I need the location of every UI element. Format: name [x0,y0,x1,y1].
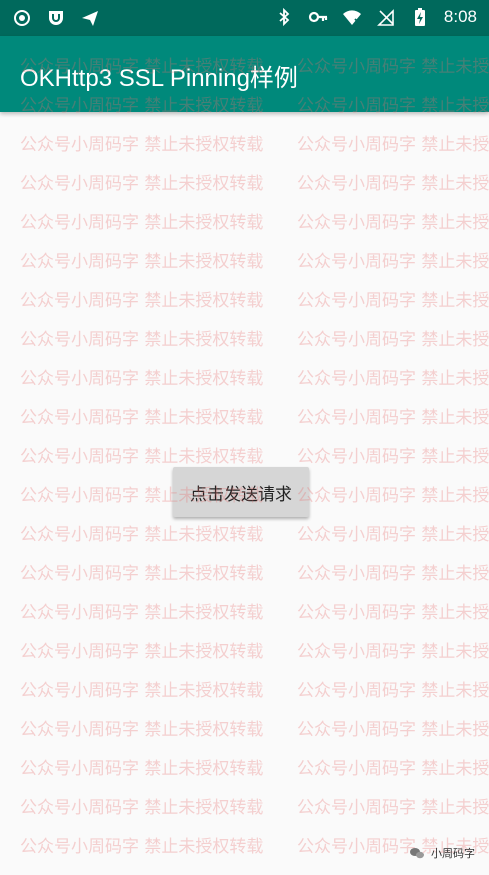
send-request-button[interactable]: 点击发送请求 [173,467,309,517]
watermark-text: 公众号小周码字 禁止未授权转载 [20,681,264,701]
watermark-row: 公众号小周码字 禁止未授权转载 公众号小周码字 禁止未授权转载 [0,559,489,584]
send-icon [80,8,100,28]
app-title: OKHttp3 SSL Pinning样例 [20,65,298,92]
watermark-row: 公众号小周码字 禁止未授权转载 公众号小周码字 禁止未授权转载 [0,754,489,779]
watermark-text: 公众号小周码字 禁止未授权转载 [20,408,264,428]
watermark-text: 公众号小周码字 禁止未授权转载 [297,369,489,389]
watermark-text: 公众号小周码字 禁止未授权转载 [297,135,489,155]
watermark-text: 公众号小周码字 禁止未授权转载 [20,564,264,584]
watermark-text: 公众号小周码字 禁止未授权转载 [297,759,489,779]
watermark-row: 公众号小周码字 禁止未授权转载 公众号小周码字 禁止未授权转载 [0,676,489,701]
watermark-text: 公众号小周码字 禁止未授权转载 [297,330,489,350]
watermark-text: 公众号小周码字 禁止未授权转载 [20,525,264,545]
brand-badge: 小周码字 [409,845,475,861]
status-right-icons: 8:08 [274,7,477,27]
watermark-row: 公众号小周码字 禁止未授权转载 公众号小周码字 禁止未授权转载 [0,286,489,311]
watermark-text: 公众号小周码字 禁止未授权转载 [20,759,264,779]
app-bar: OKHttp3 SSL Pinning样例 [0,36,489,112]
watermark-text: 公众号小周码字 禁止未授权转载 [297,486,489,506]
record-icon [12,8,32,28]
watermark-text: 公众号小周码字 禁止未授权转载 [20,447,264,467]
watermark-row: 公众号小周码字 禁止未授权转载 公众号小周码字 禁止未授权转载 [0,715,489,740]
watermark-text: 公众号小周码字 禁止未授权转载 [297,642,489,662]
watermark-row: 公众号小周码字 禁止未授权转载 公众号小周码字 禁止未授权转载 [0,169,489,194]
watermark-text: 公众号小周码字 禁止未授权转载 [20,174,264,194]
watermark-layer: 公众号小周码字 禁止未授权转载公众号小周码字 禁止未授权转载公众号小周码字 禁止… [0,0,489,875]
status-time: 8:08 [443,7,477,26]
brand-logo-icon [409,845,425,861]
watermark-text: 公众号小周码字 禁止未授权转载 [297,213,489,233]
watermark-row: 公众号小周码字 禁止未授权转载 公众号小周码字 禁止未授权转载 [0,637,489,662]
battery-charging-icon [410,7,430,27]
watermark-text: 公众号小周码字 禁止未授权转载 [297,564,489,584]
watermark-row: 公众号小周码字 禁止未授权转载 公众号小周码字 禁止未授权转载 [0,208,489,233]
watermark-row: 公众号小周码字 禁止未授权转载 公众号小周码字 禁止未授权转载 [0,403,489,428]
watermark-text: 公众号小周码字 禁止未授权转载 [20,252,264,272]
watermark-row: 公众号小周码字 禁止未授权转载 公众号小周码字 禁止未授权转载 [0,364,489,389]
watermark-text: 公众号小周码字 禁止未授权转载 [297,525,489,545]
watermark-text: 公众号小周码字 禁止未授权转载 [20,291,264,311]
watermark-text: 公众号小周码字 禁止未授权转载 [20,720,264,740]
status-bar: 8:08 [0,0,489,36]
wifi-icon [342,7,362,27]
watermark-row: 公众号小周码字 禁止未授权转载 公众号小周码字 禁止未授权转载 [0,325,489,350]
watermark-text: 公众号小周码字 禁止未授权转载 [20,603,264,623]
watermark-text: 公众号小周码字 禁止未授权转载 [297,720,489,740]
watermark-text: 公众号小周码字 禁止未授权转载 [20,837,264,857]
watermark-row: 公众号小周码字 禁止未授权转载 公众号小周码字 禁止未授权转载 [0,247,489,272]
watermark-row: 公众号小周码字 禁止未授权转载 公众号小周码字 禁止未授权转载 [0,442,489,467]
watermark-text: 公众号小周码字 禁止未授权转载 [297,603,489,623]
brand-name: 小周码字 [431,847,475,860]
watermark-text: 公众号小周码字 禁止未授权转载 [297,447,489,467]
watermark-text: 公众号小周码字 禁止未授权转载 [20,330,264,350]
watermark-text: 公众号小周码字 禁止未授权转载 [297,798,489,818]
watermark-text: 公众号小周码字 禁止未授权转载 [20,798,264,818]
watermark-text: 公众号小周码字 禁止未授权转载 [20,642,264,662]
watermark-row: 公众号小周码字 禁止未授权转载 公众号小周码字 禁止未授权转载 [0,793,489,818]
key-icon [308,7,328,27]
shield-icon [46,8,66,28]
signal-icon [376,7,396,27]
watermark-text: 公众号小周码字 禁止未授权转载 [297,174,489,194]
watermark-text: 公众号小周码字 禁止未授权转载 [297,408,489,428]
watermark-text: 公众号小周码字 禁止未授权转载 [297,252,489,272]
watermark-text: 公众号小周码字 禁止未授权转载 [297,681,489,701]
watermark-row: 公众号小周码字 禁止未授权转载 公众号小周码字 禁止未授权转载 [0,520,489,545]
bluetooth-icon [274,7,294,27]
watermark-text: 公众号小周码字 禁止未授权转载 [20,369,264,389]
watermark-row: 公众号小周码字 禁止未授权转载 公众号小周码字 禁止未授权转载 [0,130,489,155]
watermark-text: 公众号小周码字 禁止未授权转载 [20,213,264,233]
watermark-text: 公众号小周码字 禁止未授权转载 [297,291,489,311]
status-left-icons [12,8,100,28]
watermark-text: 公众号小周码字 禁止未授权转载 [20,135,264,155]
watermark-row: 公众号小周码字 禁止未授权转载 公众号小周码字 禁止未授权转载 [0,598,489,623]
